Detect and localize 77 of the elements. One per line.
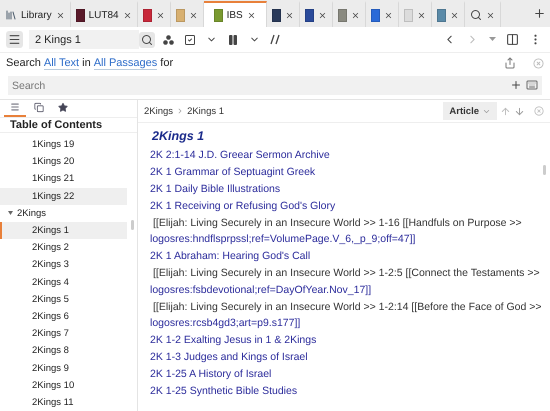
close-icon[interactable]: [416, 10, 426, 20]
keyboard-icon[interactable]: [526, 79, 538, 91]
dots-icon[interactable]: [161, 32, 176, 46]
close-icon[interactable]: [156, 10, 165, 20]
close-icon[interactable]: [450, 10, 459, 20]
menu-icon: [8, 33, 21, 46]
toc-item[interactable]: 2Kings 8: [0, 342, 127, 360]
toc-item[interactable]: 2Kings 5: [0, 290, 127, 308]
list-icon: [10, 101, 20, 114]
resource-link[interactable]: logosres:hndflsprpssl;ref=VolumePage.V_6,_p_9;off=47]]: [150, 230, 540, 248]
article-heading: 2Kings 1: [150, 128, 206, 145]
resource-link[interactable]: 2K 1 Grammar of Septuagint Greek: [150, 164, 540, 181]
toc-item[interactable]: 2Kings 7: [0, 325, 127, 342]
scrollbar-thumb[interactable]: [543, 165, 546, 175]
resource-link[interactable]: logosres:fsbdevotional;ref=DayOfYear.Nov_17]]: [150, 281, 540, 298]
scrollbar-thumb[interactable]: [131, 220, 134, 230]
toc-item[interactable]: 2Kings 1: [0, 222, 127, 240]
search-icon: [470, 9, 482, 21]
add-tab-icon[interactable]: [533, 7, 546, 20]
breadcrumb-item[interactable]: 2Kings: [144, 106, 174, 116]
scope-link[interactable]: All Text: [44, 56, 80, 70]
close-icon[interactable]: [318, 10, 327, 20]
resource-link[interactable]: 2K 1 Daily Bible Illustrations: [150, 180, 540, 198]
add-icon[interactable]: [510, 79, 522, 91]
toc-item[interactable]: 1Kings 19: [0, 136, 127, 154]
panel-title: Table of Contents: [0, 118, 137, 133]
toc-item[interactable]: 2Kings 6: [0, 308, 127, 326]
note-text: [[Elijah: Living Securely in an Insecure World >> 1-2:5 [[Connect the Testaments >>: [152, 266, 540, 281]
close-icon[interactable]: [246, 10, 256, 20]
resource-link[interactable]: 2K 1-25 A History of Israel: [150, 365, 540, 382]
search-label: Search: [6, 57, 41, 69]
share-icon[interactable]: [504, 57, 516, 69]
toc-item[interactable]: 2Kings 10: [0, 376, 127, 394]
note-text: [[Elijah: Living Securely in an Insecure World >> 1-16 [[Handfuls on Purpose >>: [152, 216, 523, 231]
document-tab[interactable]: LUT84: [70, 1, 138, 27]
breadcrumb-item[interactable]: 2Kings 1: [187, 106, 224, 116]
caret-icon[interactable]: [8, 211, 13, 216]
pages-icon: [34, 102, 44, 113]
toc-item[interactable]: 2Kings 2: [0, 239, 127, 256]
view-dropdown[interactable]: Article: [443, 102, 497, 120]
columns-icon[interactable]: [504, 31, 521, 48]
resource-link[interactable]: 2K 1-3 Judges and Kings of Israel: [150, 348, 540, 366]
resource-link[interactable]: 2K 1 Receiving or Refusing God's Glory: [150, 197, 540, 214]
document-tab[interactable]: IBS: [204, 1, 267, 27]
toc-item[interactable]: 1Kings 22: [0, 188, 127, 205]
close-icon[interactable]: [384, 10, 393, 20]
for-label: for: [160, 57, 174, 69]
note-text: [[Elijah: Living Securely in an Insecure World >> 1-2:14 [[Before the Face of God >>: [152, 300, 540, 315]
search-field[interactable]: Search: [8, 76, 542, 95]
resource-link[interactable]: 2K 1-25 Synthetic Bible Studies: [150, 382, 540, 399]
toc-item[interactable]: 2Kings 4: [0, 274, 127, 291]
close-icon[interactable]: [486, 10, 495, 20]
in-label: in: [82, 57, 91, 69]
range-link[interactable]: All Passages: [94, 56, 158, 70]
close-icon[interactable]: [284, 10, 294, 20]
close-icon[interactable]: [350, 10, 360, 20]
close-icon[interactable]: [188, 10, 198, 20]
toc-item[interactable]: 1Kings 20: [0, 153, 127, 170]
resource-link[interactable]: 2K 2:1-14 J.D. Greear Sermon Archive: [150, 147, 540, 164]
toc-item[interactable]: 1Kings 21: [0, 170, 127, 188]
close-icon[interactable]: [122, 10, 132, 20]
resource-link[interactable]: 2K 1-2 Exalting Jesus in 1 & 2Kings: [150, 332, 540, 349]
toc-item[interactable]: 2Kings 3: [0, 256, 127, 274]
document-tab[interactable]: Library: [0, 1, 71, 27]
star-icon: [58, 102, 68, 113]
search-button[interactable]: [139, 32, 155, 48]
down-arrow-icon[interactable]: [514, 106, 525, 116]
resource-link[interactable]: logosres:rcsb4gd3;art=p9.s177]]: [150, 314, 540, 332]
toc-item[interactable]: 2Kings 9: [0, 359, 127, 377]
toc-item[interactable]: 2Kings 11: [0, 394, 127, 411]
slashes-icon[interactable]: [268, 32, 282, 47]
toc-item[interactable]: 2Kings: [0, 204, 127, 222]
close-icon[interactable]: [56, 10, 65, 20]
search-icon: [141, 34, 153, 46]
resource-link[interactable]: 2K 1 Abraham: Hearing God's Call: [150, 248, 540, 265]
menu-button[interactable]: [6, 31, 23, 48]
reference-field[interactable]: 2 Kings 1: [29, 30, 139, 49]
